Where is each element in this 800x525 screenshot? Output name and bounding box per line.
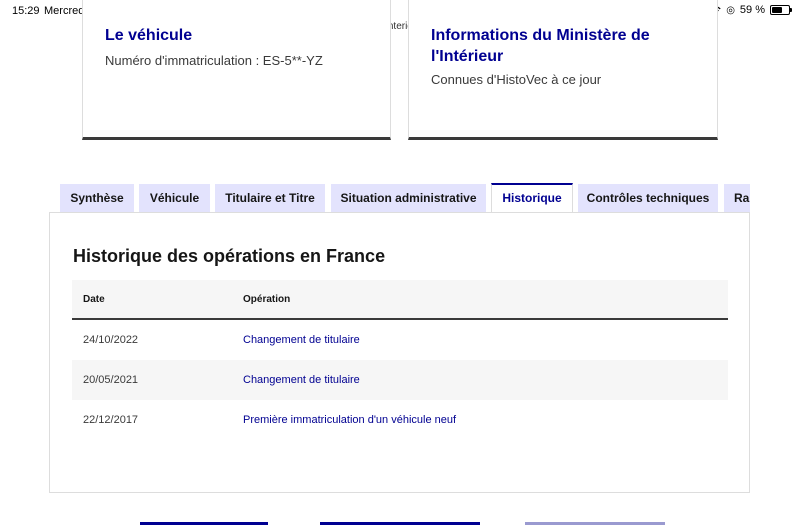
status-time: 15:29 bbox=[12, 5, 40, 17]
operations-table: Date Opération 24/10/2022 Changement de … bbox=[72, 280, 728, 440]
row-operation-link[interactable]: Première immatriculation d'un véhicule n… bbox=[243, 414, 456, 426]
row-date: 20/05/2021 bbox=[83, 374, 139, 386]
table-row: 22/12/2017 Première immatriculation d'un… bbox=[72, 400, 728, 440]
vehicle-card-title: Le véhicule bbox=[105, 27, 193, 44]
historique-panel: Historique des opérations en France Date… bbox=[49, 212, 750, 493]
row-operation-link[interactable]: Changement de titulaire bbox=[243, 334, 360, 346]
column-header-operation: Opération bbox=[243, 294, 291, 305]
tab-rapport[interactable]: Rap bbox=[724, 184, 750, 213]
table-row: 24/10/2022 Changement de titulaire bbox=[72, 320, 728, 360]
tab-bar: Synthèse Véhicule Titulaire et Titre Sit… bbox=[60, 183, 750, 213]
registration-number: Numéro d'immatriculation : ES-5**-YZ bbox=[105, 53, 323, 68]
tab-synthese[interactable]: Synthèse bbox=[60, 184, 134, 213]
tab-historique[interactable]: Historique bbox=[491, 183, 573, 213]
row-operation-link[interactable]: Changement de titulaire bbox=[243, 374, 360, 386]
table-header: Date Opération bbox=[72, 280, 728, 320]
table-row: 20/05/2021 Changement de titulaire bbox=[72, 360, 728, 400]
ministry-card-title: Informations du Ministère de l'Intérieur bbox=[431, 27, 650, 65]
column-header-date: Date bbox=[83, 294, 105, 305]
tab-situation-administrative[interactable]: Situation administrative bbox=[331, 184, 486, 213]
ministry-card: Informations du Ministère de l'Intérieur… bbox=[408, 0, 718, 140]
tab-controles-techniques[interactable]: Contrôles techniques bbox=[578, 184, 718, 213]
row-date: 22/12/2017 bbox=[83, 414, 139, 426]
row-date: 24/10/2022 bbox=[83, 334, 139, 346]
panel-title: Historique des opérations en France bbox=[73, 246, 386, 266]
orientation-lock-icon: ◎ bbox=[726, 4, 735, 16]
battery-percent: 59 % bbox=[739, 4, 765, 16]
tab-titulaire-et-titre[interactable]: Titulaire et Titre bbox=[215, 184, 325, 213]
tab-vehicule[interactable]: Véhicule bbox=[139, 184, 210, 213]
ministry-card-text: Connues d'HistoVec à ce jour bbox=[431, 72, 602, 87]
vehicle-card: Le véhicule Numéro d'immatriculation : E… bbox=[82, 0, 391, 140]
battery-icon bbox=[770, 5, 792, 15]
